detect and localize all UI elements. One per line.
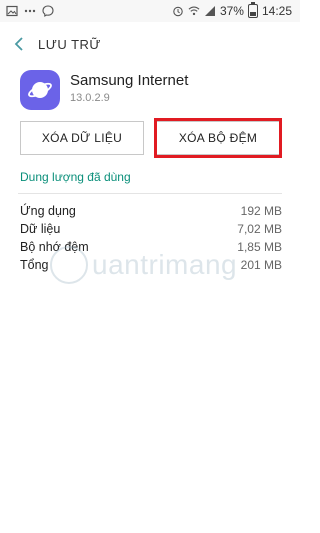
dots-icon	[24, 5, 36, 17]
wifi-icon	[188, 5, 200, 17]
usage-label: Bộ nhớ đệm	[20, 240, 89, 254]
usage-label: Ứng dụng	[20, 204, 76, 218]
battery-icon	[247, 2, 258, 18]
usage-row-app: Ứng dụng 192 MB	[20, 204, 282, 222]
back-icon[interactable]	[0, 22, 38, 66]
signal-icon	[204, 5, 216, 17]
battery-percent: 37%	[219, 4, 244, 18]
usage-list: Ứng dụng 192 MB Dữ liệu 7,02 MB Bộ nhớ đ…	[20, 204, 282, 276]
divider	[18, 193, 282, 194]
usage-row-data: Dữ liệu 7,02 MB	[20, 222, 282, 240]
app-bar: LƯU TRỮ	[0, 22, 300, 66]
app-info: Samsung Internet 13.0.2.9	[20, 70, 188, 110]
usage-row-total: Tổng 201 MB	[20, 258, 282, 276]
clear-cache-button[interactable]: XÓA BỘ ĐỆM	[156, 121, 280, 155]
messenger-icon	[42, 5, 54, 17]
usage-value: 1,85 MB	[237, 240, 282, 254]
section-title: Dung lượng đã dùng	[20, 170, 131, 184]
usage-row-cache: Bộ nhớ đệm 1,85 MB	[20, 240, 282, 258]
app-version: 13.0.2.9	[70, 92, 110, 104]
usage-value: 7,02 MB	[237, 222, 282, 236]
usage-value: 201 MB	[240, 258, 282, 272]
usage-label: Dữ liệu	[20, 222, 61, 236]
clear-data-button[interactable]: XÓA DỮ LIỆU	[20, 121, 144, 155]
status-bar: 37% 14:25	[0, 0, 300, 22]
usage-label: Tổng	[20, 258, 49, 272]
alarm-icon	[172, 5, 184, 17]
usage-value: 192 MB	[240, 204, 282, 218]
page-title: LƯU TRỮ	[38, 36, 102, 52]
samsung-internet-icon	[20, 70, 60, 110]
app-name: Samsung Internet	[70, 72, 189, 89]
clock: 14:25	[261, 4, 292, 18]
image-icon	[6, 5, 18, 17]
